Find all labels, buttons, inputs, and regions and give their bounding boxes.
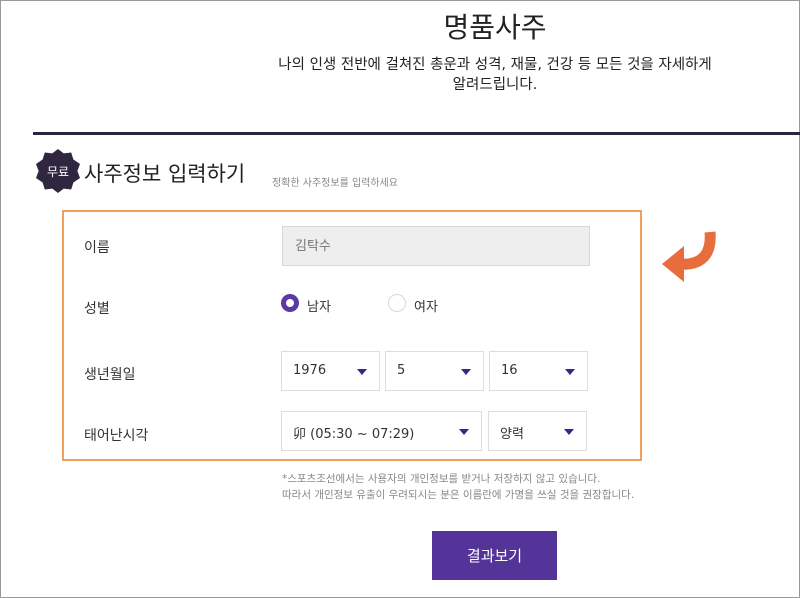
section-description: 정확한 사주정보를 입력하세요 (272, 178, 398, 189)
subtitle-line-2: 알려드립니다. (452, 77, 538, 93)
caret-down-icon (565, 369, 575, 375)
privacy-notice-line-2: 따라서 개인정보 유출이 우려되시는 분은 이름란에 가명을 쓰실 것을 권장합… (282, 489, 635, 501)
section-title: 사주정보 입력하기 (84, 162, 246, 186)
birthdate-label: 생년월일 (84, 367, 136, 383)
page-title: 명품사주 (443, 11, 547, 44)
birth-year-value: 1976 (293, 363, 327, 378)
birth-month-value: 5 (397, 363, 406, 378)
gender-label: 성별 (84, 301, 110, 317)
gender-male-label[interactable]: 남자 (307, 296, 331, 315)
page-subtitle: 나의 인생 전반에 걸쳐진 총운과 성격, 재물, 건강 등 모든 것을 자세하… (180, 55, 800, 95)
curved-arrow-down-left-icon (662, 231, 716, 282)
section-divider (33, 132, 800, 135)
caret-down-icon (357, 369, 367, 375)
birth-time-value: 卯 (05:30 ~ 07:29) (293, 427, 415, 442)
gender-female-radio[interactable] (388, 294, 406, 312)
birth-month-select[interactable]: 5 (385, 351, 484, 391)
name-input[interactable] (282, 226, 590, 266)
calendar-type-select[interactable]: 양력 (488, 411, 587, 451)
birth-time-select[interactable]: 卯 (05:30 ~ 07:29) (281, 411, 482, 451)
calendar-type-value: 양력 (500, 427, 524, 442)
caret-down-icon (564, 429, 574, 435)
privacy-notice: *스포츠조선에서는 사용자의 개인정보를 받거나 저장하지 않고 있습니다. 따… (282, 471, 634, 503)
caret-down-icon (461, 369, 471, 375)
birthtime-label: 태어난시각 (84, 428, 149, 444)
gender-female-label[interactable]: 여자 (414, 296, 438, 315)
gender-male-radio[interactable] (281, 294, 299, 312)
birth-year-select[interactable]: 1976 (281, 351, 380, 391)
subtitle-line-1: 나의 인생 전반에 걸쳐진 총운과 성격, 재물, 건강 등 모든 것을 자세하… (278, 57, 712, 73)
birth-day-select[interactable]: 16 (489, 351, 588, 391)
birth-day-value: 16 (501, 363, 518, 378)
name-label: 이름 (84, 240, 110, 256)
caret-down-icon (459, 429, 469, 435)
view-result-button[interactable]: 결과보기 (432, 531, 557, 580)
privacy-notice-line-1: *스포츠조선에서는 사용자의 개인정보를 받거나 저장하지 않고 있습니다. (282, 473, 601, 485)
